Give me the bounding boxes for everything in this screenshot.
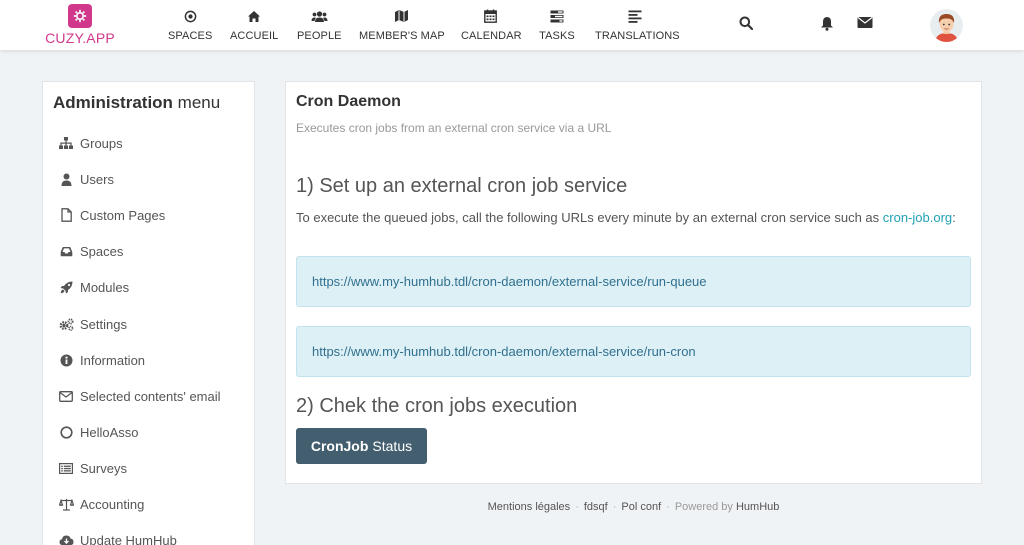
nav-label: TASKS bbox=[539, 30, 575, 42]
align-left-icon bbox=[595, 8, 675, 24]
user-icon bbox=[58, 173, 74, 186]
sidebar-item-update-humhub[interactable]: Update HumHub bbox=[43, 525, 254, 545]
bell-icon[interactable] bbox=[820, 16, 834, 31]
page-title: Cron Daemon bbox=[296, 93, 401, 110]
button-label-rest: Status bbox=[372, 438, 413, 454]
sidebar-item-label: Selected contents' email bbox=[80, 388, 221, 404]
footer-link-fdsqf[interactable]: fdsqf bbox=[584, 501, 608, 513]
nav-label: CALENDAR bbox=[461, 30, 522, 42]
sidebar-item-information[interactable]: Information bbox=[43, 345, 254, 375]
nav-item-accueil[interactable]: ACCUEIL bbox=[230, 8, 278, 46]
balance-scale-icon bbox=[58, 498, 74, 511]
brand-name: CUZY.APP bbox=[45, 30, 115, 46]
admin-menu-title-bold: Administration bbox=[53, 93, 173, 112]
sidebar-item-accounting[interactable]: Accounting bbox=[43, 489, 254, 519]
circle-o-icon bbox=[58, 425, 74, 439]
sidebar-item-label: Modules bbox=[80, 279, 130, 295]
nav-item-tasks[interactable]: TASKS bbox=[537, 8, 577, 46]
nav-label: ACCUEIL bbox=[230, 30, 279, 42]
sidebar-item-label: Groups bbox=[80, 135, 123, 151]
nav-label: MEMBER'S MAP bbox=[359, 30, 445, 42]
calendar-icon bbox=[461, 8, 519, 24]
brand[interactable]: CUZY.APP bbox=[45, 4, 115, 46]
sidebar-item-label: Settings bbox=[80, 316, 127, 332]
nav-item-members-map[interactable]: MEMBER'S MAP bbox=[359, 8, 445, 46]
cron-daemon-panel: Cron Daemon Executes cron jobs from an e… bbox=[285, 81, 982, 484]
cronjob-status-button[interactable]: CronJob Status bbox=[296, 428, 427, 464]
brand-logo-icon bbox=[68, 4, 92, 28]
nav-item-translations[interactable]: TRANSLATIONS bbox=[595, 8, 680, 46]
sidebar-item-modules[interactable]: Modules bbox=[43, 272, 254, 302]
page-subtitle: Executes cron jobs from an external cron… bbox=[296, 121, 612, 135]
footer-separator: · bbox=[666, 501, 670, 513]
footer-separator: · bbox=[575, 501, 579, 513]
powered-by-text: Powered by bbox=[674, 501, 736, 513]
admin-menu-title-rest: menu bbox=[172, 93, 221, 112]
tasks-icon bbox=[537, 8, 577, 24]
sidebar-item-settings[interactable]: Settings bbox=[43, 309, 254, 339]
nav-item-spaces[interactable]: SPACES bbox=[168, 8, 212, 46]
map-icon bbox=[359, 8, 443, 24]
run-cron-url-box: https://www.my-humhub.tdl/cron-daemon/ex… bbox=[296, 326, 971, 377]
admin-menu-title: Administration menu bbox=[53, 93, 220, 113]
dot-circle-icon bbox=[168, 8, 212, 24]
cron-job-org-link[interactable]: cron-job.org bbox=[883, 210, 952, 225]
sidebar-item-surveys[interactable]: Surveys bbox=[43, 453, 254, 483]
button-label-bold: CronJob bbox=[310, 438, 369, 454]
humhub-link[interactable]: HumHub bbox=[736, 501, 779, 513]
nav-label: SPACES bbox=[168, 30, 213, 42]
step1-text-suffix: : bbox=[952, 210, 956, 225]
avatar[interactable] bbox=[930, 9, 963, 42]
sidebar-item-custom-pages[interactable]: Custom Pages bbox=[43, 200, 254, 230]
nav-label: TRANSLATIONS bbox=[595, 30, 680, 42]
envelope-icon[interactable] bbox=[857, 16, 873, 29]
sidebar-item-label: Custom Pages bbox=[80, 207, 166, 223]
sidebar-item-selected-contents-email[interactable]: Selected contents' email bbox=[43, 381, 254, 411]
step1-text: To execute the queued jobs, call the fol… bbox=[296, 208, 956, 227]
footer-separator: · bbox=[612, 501, 617, 513]
footer-link-mentions[interactable]: Mentions légales bbox=[488, 501, 571, 513]
list-icon bbox=[58, 462, 74, 474]
run-queue-url-box: https://www.my-humhub.tdl/cron-daemon/ex… bbox=[296, 256, 971, 307]
sidebar-item-groups[interactable]: Groups bbox=[43, 128, 254, 158]
sidebar-item-label: Users bbox=[80, 171, 114, 187]
top-navigation-bar: CUZY.APP SPACES ACCUEIL PEOPLE MEMBER'S … bbox=[0, 0, 1024, 50]
home-icon bbox=[230, 8, 278, 24]
sidebar-item-spaces[interactable]: Spaces bbox=[43, 236, 254, 266]
footer-link-pol-conf[interactable]: Pol conf bbox=[621, 501, 661, 513]
sidebar-item-label: Update HumHub bbox=[80, 532, 177, 545]
step1-heading: 1) Set up an external cron job service bbox=[296, 175, 628, 197]
nav-item-calendar[interactable]: CALENDAR bbox=[461, 8, 522, 46]
nav-label: PEOPLE bbox=[297, 30, 342, 42]
sitemap-icon bbox=[58, 137, 74, 149]
cloud-download-icon bbox=[58, 534, 74, 545]
sidebar-item-label: Accounting bbox=[80, 496, 145, 512]
sidebar-item-helloasso[interactable]: HelloAsso bbox=[43, 417, 254, 447]
sidebar-item-label: Information bbox=[80, 352, 146, 368]
sidebar-item-label: HelloAsso bbox=[80, 424, 139, 440]
sidebar-item-label: Surveys bbox=[80, 460, 127, 476]
nav-item-people[interactable]: PEOPLE bbox=[297, 8, 342, 46]
footer: Mentions légales · fdsqf · Pol conf · Powered … bbox=[285, 501, 982, 513]
admin-menu-sidebar: Administration menu Groups Users Custom … bbox=[42, 81, 255, 545]
users-icon bbox=[297, 8, 341, 24]
rocket-icon bbox=[58, 281, 74, 294]
envelope-o-icon bbox=[58, 390, 74, 402]
inbox-icon bbox=[58, 246, 74, 257]
cogs-icon bbox=[58, 318, 74, 331]
step1-text-body: To execute the queued jobs, call the fol… bbox=[296, 210, 883, 225]
info-circle-icon bbox=[58, 354, 74, 367]
step2-heading: 2) Chek the cron jobs execution bbox=[296, 395, 578, 417]
search-icon[interactable] bbox=[739, 16, 753, 30]
file-icon bbox=[58, 208, 74, 222]
sidebar-item-label: Spaces bbox=[80, 243, 124, 259]
sidebar-item-users[interactable]: Users bbox=[43, 164, 254, 194]
